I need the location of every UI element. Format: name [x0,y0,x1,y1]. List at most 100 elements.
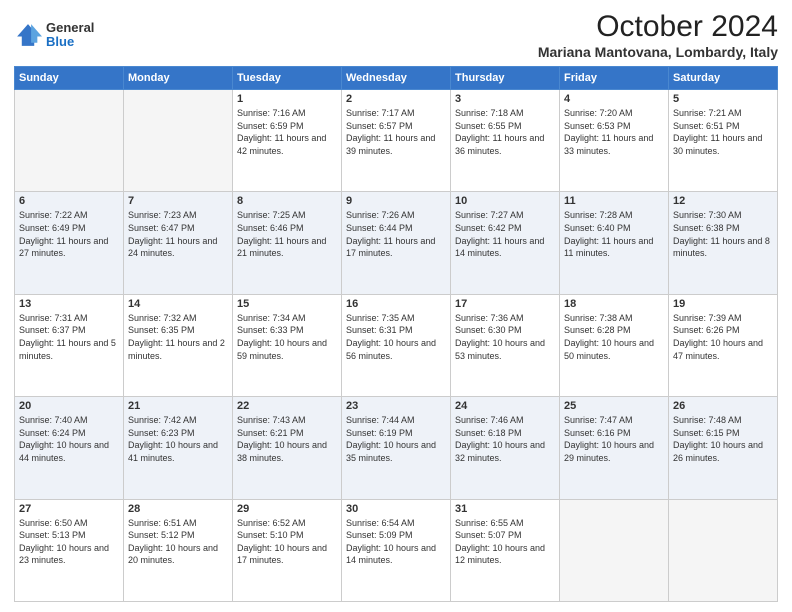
calendar-cell: 5Sunrise: 7:21 AM Sunset: 6:51 PM Daylig… [669,90,778,192]
day-info: Sunrise: 7:23 AM Sunset: 6:47 PM Dayligh… [128,209,228,259]
day-info: Sunrise: 7:43 AM Sunset: 6:21 PM Dayligh… [237,414,337,464]
calendar-cell: 1 Sunrise: 7:16 AM Sunset: 6:59 PM Daylig… [233,90,342,192]
day-number: 5 [673,93,773,105]
day-number: 15 [237,298,337,310]
day-number: 12 [673,195,773,207]
calendar-cell: 6 Sunrise: 7:22 AM Sunset: 6:49 PM Daylig… [15,192,124,294]
calendar-cell: 15Sunrise: 7:34 AM Sunset: 6:33 PM Dayli… [233,294,342,396]
calendar-cell: 10 Sunrise: 7:27 AM Sunset: 6:42 PM Dayli… [451,192,560,294]
calendar-cell: 22Sunrise: 7:43 AM Sunset: 6:21 PM Dayli… [233,397,342,499]
day-info: Sunrise: 7:32 AM Sunset: 6:35 PM Dayligh… [128,312,228,362]
calendar-cell: 16 Sunrise: 7:35 AM Sunset: 6:31 PM Dayli… [342,294,451,396]
day-number: 20 [19,400,119,412]
day-number: 7 [128,195,228,207]
day-number: 10 [455,195,555,207]
day-info: Sunrise: 7:40 AM Sunset: 6:24 PM Dayligh… [19,414,119,464]
day-info: Sunrise: 7:18 AM Sunset: 6:55 PM Dayligh… [455,107,555,157]
day-number: 3 [455,93,555,105]
day-number: 11 [564,195,664,207]
day-number: 17 [455,298,555,310]
day-number: 9 [346,195,446,207]
weekday-header-tuesday: Tuesday [233,67,342,90]
weekday-header-row: SundayMondayTuesdayWednesdayThursdayFrid… [15,67,778,90]
weekday-header-saturday: Saturday [669,67,778,90]
day-info: Sunrise: 7:48 AM Sunset: 6:15 PM Dayligh… [673,414,773,464]
day-info: Sunrise: 7:27 AM Sunset: 6:42 PM Dayligh… [455,209,555,259]
calendar-week-row: 13 Sunrise: 7:31 AM Sunset: 6:37 PM Dayli… [15,294,778,396]
day-number: 14 [128,298,228,310]
day-info: Sunrise: 7:36 AM Sunset: 6:30 PM Dayligh… [455,312,555,362]
day-info: Sunrise: 6:54 AM Sunset: 5:09 PM Dayligh… [346,517,446,567]
day-number: 28 [128,503,228,515]
day-info: Sunrise: 7:47 AM Sunset: 6:16 PM Dayligh… [564,414,664,464]
day-number: 1 [237,93,337,105]
day-info: Sunrise: 6:51 AM Sunset: 5:12 PM Dayligh… [128,517,228,567]
weekday-header-wednesday: Wednesday [342,67,451,90]
calendar-week-row: 6 Sunrise: 7:22 AM Sunset: 6:49 PM Daylig… [15,192,778,294]
day-info: Sunrise: 7:31 AM Sunset: 6:37 PM Dayligh… [19,312,119,362]
calendar-week-row: 1 Sunrise: 7:16 AM Sunset: 6:59 PM Daylig… [15,90,778,192]
calendar-cell: 18 Sunrise: 7:38 AM Sunset: 6:28 PM Dayli… [560,294,669,396]
day-info: Sunrise: 7:42 AM Sunset: 6:23 PM Dayligh… [128,414,228,464]
day-number: 18 [564,298,664,310]
calendar-cell: 13 Sunrise: 7:31 AM Sunset: 6:37 PM Dayli… [15,294,124,396]
calendar-cell: 12 Sunrise: 7:30 AM Sunset: 6:38 PM Dayli… [669,192,778,294]
calendar-week-row: 20 Sunrise: 7:40 AM Sunset: 6:24 PM Dayli… [15,397,778,499]
calendar-cell: 8 Sunrise: 7:25 AM Sunset: 6:46 PM Daylig… [233,192,342,294]
day-info: Sunrise: 7:46 AM Sunset: 6:18 PM Dayligh… [455,414,555,464]
day-info: Sunrise: 7:25 AM Sunset: 6:46 PM Dayligh… [237,209,337,259]
day-number: 25 [564,400,664,412]
calendar-cell: 17 Sunrise: 7:36 AM Sunset: 6:30 PM Dayli… [451,294,560,396]
title-block: October 2024 Mariana Mantovana, Lombardy… [538,10,778,60]
calendar-cell: 14 Sunrise: 7:32 AM Sunset: 6:35 PM Dayli… [124,294,233,396]
calendar-cell [15,90,124,192]
calendar-cell: 31Sunrise: 6:55 AM Sunset: 5:07 PM Dayli… [451,499,560,601]
day-number: 26 [673,400,773,412]
calendar-cell [124,90,233,192]
calendar-cell: 29Sunrise: 6:52 AM Sunset: 5:10 PM Dayli… [233,499,342,601]
day-number: 29 [237,503,337,515]
day-number: 13 [19,298,119,310]
calendar-cell: 2 Sunrise: 7:17 AM Sunset: 6:57 PM Daylig… [342,90,451,192]
day-info: Sunrise: 7:38 AM Sunset: 6:28 PM Dayligh… [564,312,664,362]
calendar-cell: 9 Sunrise: 7:26 AM Sunset: 6:44 PM Daylig… [342,192,451,294]
day-number: 16 [346,298,446,310]
day-number: 8 [237,195,337,207]
day-number: 30 [346,503,446,515]
day-info: Sunrise: 7:16 AM Sunset: 6:59 PM Dayligh… [237,107,337,157]
day-number: 21 [128,400,228,412]
calendar-cell: 24 Sunrise: 7:46 AM Sunset: 6:18 PM Dayli… [451,397,560,499]
day-number: 23 [346,400,446,412]
day-info: Sunrise: 7:35 AM Sunset: 6:31 PM Dayligh… [346,312,446,362]
day-info: Sunrise: 7:28 AM Sunset: 6:40 PM Dayligh… [564,209,664,259]
weekday-header-friday: Friday [560,67,669,90]
day-number: 6 [19,195,119,207]
day-info: Sunrise: 7:26 AM Sunset: 6:44 PM Dayligh… [346,209,446,259]
calendar-cell: 28 Sunrise: 6:51 AM Sunset: 5:12 PM Dayli… [124,499,233,601]
calendar-cell [669,499,778,601]
weekday-header-monday: Monday [124,67,233,90]
page: General Blue October 2024 Mariana Mantov… [0,0,792,612]
day-info: Sunrise: 7:20 AM Sunset: 6:53 PM Dayligh… [564,107,664,157]
day-info: Sunrise: 7:30 AM Sunset: 6:38 PM Dayligh… [673,209,773,259]
day-info: Sunrise: 6:55 AM Sunset: 5:07 PM Dayligh… [455,517,555,567]
header: General Blue October 2024 Mariana Mantov… [14,10,778,60]
calendar-cell: 7 Sunrise: 7:23 AM Sunset: 6:47 PM Daylig… [124,192,233,294]
day-info: Sunrise: 7:22 AM Sunset: 6:49 PM Dayligh… [19,209,119,259]
calendar-cell: 11 Sunrise: 7:28 AM Sunset: 6:40 PM Dayli… [560,192,669,294]
day-info: Sunrise: 7:17 AM Sunset: 6:57 PM Dayligh… [346,107,446,157]
day-number: 19 [673,298,773,310]
day-info: Sunrise: 7:39 AM Sunset: 6:26 PM Dayligh… [673,312,773,362]
calendar-cell: 4Sunrise: 7:20 AM Sunset: 6:53 PM Daylig… [560,90,669,192]
weekday-header-sunday: Sunday [15,67,124,90]
calendar-week-row: 27Sunrise: 6:50 AM Sunset: 5:13 PM Dayli… [15,499,778,601]
logo-general: General [46,21,94,35]
calendar-cell: 19 Sunrise: 7:39 AM Sunset: 6:26 PM Dayli… [669,294,778,396]
logo-text: General Blue [46,21,94,50]
calendar-cell: 21 Sunrise: 7:42 AM Sunset: 6:23 PM Dayli… [124,397,233,499]
day-number: 24 [455,400,555,412]
logo-icon [14,21,42,49]
day-number: 2 [346,93,446,105]
day-info: Sunrise: 6:50 AM Sunset: 5:13 PM Dayligh… [19,517,119,567]
month-title: October 2024 [538,10,778,44]
